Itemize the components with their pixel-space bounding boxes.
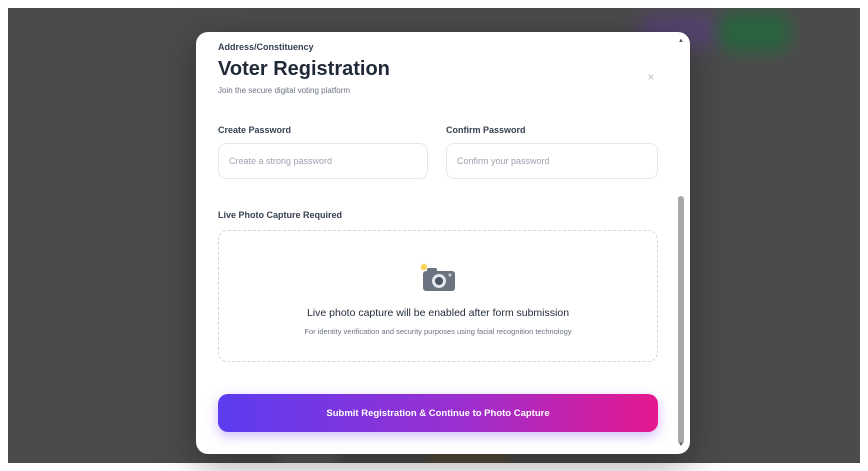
modal-title: Voter Registration — [218, 58, 390, 80]
submit-registration-button[interactable]: Submit Registration & Continue to Photo … — [218, 394, 658, 432]
modal-scrollbar[interactable]: ▲ ▼ — [676, 36, 686, 450]
scroll-up-icon[interactable]: ▲ — [678, 38, 684, 44]
live-photo-label: Live Photo Capture Required — [218, 210, 343, 220]
close-icon[interactable]: × — [642, 68, 660, 86]
create-password-label: Create Password — [218, 125, 292, 135]
background-button-blur — [720, 12, 790, 52]
scrollbar-thumb[interactable] — [678, 196, 684, 444]
confirm-password-input[interactable] — [446, 143, 658, 179]
photo-capture-description: For identity verification and security p… — [304, 327, 572, 336]
confirm-password-label: Confirm Password — [446, 125, 526, 135]
scroll-down-icon[interactable]: ▼ — [678, 442, 684, 448]
registration-modal: Address/Constituency Voter Registration … — [196, 32, 690, 454]
photo-capture-area: Live photo capture will be enabled after… — [218, 230, 658, 362]
page-frame: Address/Constituency Voter Registration … — [0, 0, 868, 471]
camera-icon — [420, 263, 455, 291]
create-password-input[interactable] — [218, 143, 428, 179]
photo-capture-heading: Live photo capture will be enabled after… — [306, 307, 570, 319]
modal-subtitle: Join the secure digital voting platform — [218, 86, 351, 95]
modal-content: Address/Constituency Voter Registration … — [196, 32, 674, 454]
address-constituency-label: Address/Constituency — [218, 42, 314, 52]
